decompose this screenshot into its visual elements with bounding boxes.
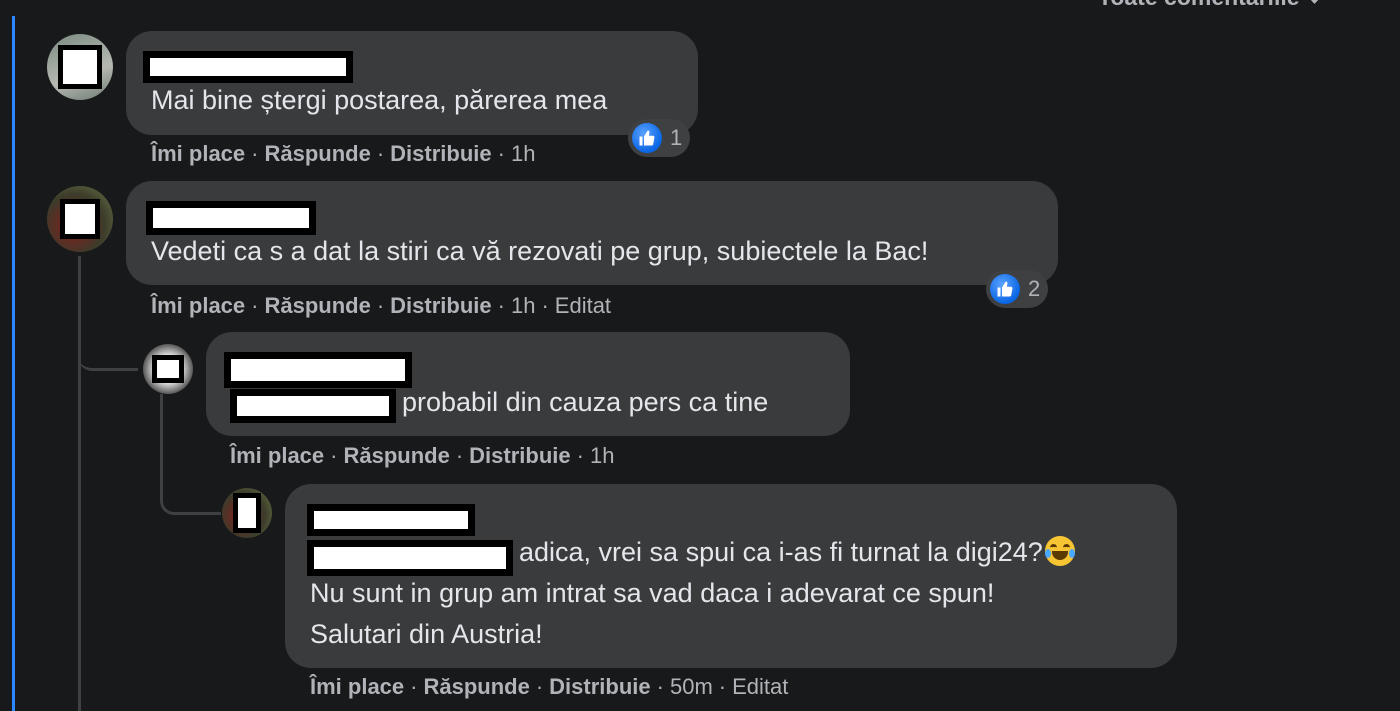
separator: · xyxy=(376,293,385,318)
timestamp[interactable]: 50m xyxy=(670,674,713,700)
comment-text-line-3: Salutari din Austria! xyxy=(310,619,543,649)
reply-thread-line xyxy=(78,256,81,711)
share-button[interactable]: Distribuie xyxy=(549,674,650,700)
comment-bubble: probabil din cauza pers ca tine xyxy=(206,332,850,436)
separator: · xyxy=(251,141,259,166)
separator: · xyxy=(251,293,259,318)
comment-sort-label: Toate comentariile xyxy=(1098,0,1300,10)
separator: · xyxy=(330,443,338,468)
reaction-summary[interactable]: 2 xyxy=(986,270,1049,308)
avatar[interactable] xyxy=(222,488,272,538)
mentioned-user[interactable] xyxy=(230,389,396,423)
like-reaction-icon xyxy=(990,274,1020,304)
like-reaction-icon xyxy=(632,123,662,153)
mentioned-user[interactable] xyxy=(307,540,513,576)
comment-actions: Îmi place · Răspunde · Distribuie · 1h xyxy=(230,443,614,469)
author-name[interactable] xyxy=(224,352,412,388)
separator: · xyxy=(656,674,664,699)
comment-text-line-2: Nu sunt in grup am intrat sa vad daca i … xyxy=(310,578,995,608)
share-button[interactable]: Distribuie xyxy=(390,141,491,167)
separator: · xyxy=(497,141,505,166)
comments-thread: Toate comentariile Mai bine ștergi posta… xyxy=(0,0,1400,711)
timestamp[interactable]: 1h xyxy=(511,141,535,167)
like-button[interactable]: Îmi place xyxy=(151,141,245,167)
separator: · xyxy=(497,293,505,318)
separator: · xyxy=(541,293,549,318)
separator: · xyxy=(535,674,544,699)
comment-sort-dropdown[interactable]: Toate comentariile xyxy=(1098,0,1324,11)
reaction-summary[interactable]: 1 xyxy=(628,119,691,157)
reaction-count: 1 xyxy=(670,125,683,150)
reply-button[interactable]: Răspunde xyxy=(423,674,529,700)
reply-button[interactable]: Răspunde xyxy=(264,141,370,167)
comment-bubble: Vedeti ca s a dat la stiri ca vă rezovat… xyxy=(126,181,1058,285)
comment-bubble: adica, vrei sa spui ca i-as fi turnat la… xyxy=(285,484,1177,668)
reaction-count: 2 xyxy=(1028,276,1041,301)
comment-bubble: Mai bine ștergi postarea, părerea mea xyxy=(126,31,698,135)
avatar[interactable] xyxy=(47,186,113,252)
separator: · xyxy=(376,141,385,166)
author-name[interactable] xyxy=(307,504,475,536)
comment-text: Mai bine ștergi postarea, părerea mea xyxy=(151,85,608,115)
timestamp[interactable]: 1h xyxy=(511,293,535,319)
avatar[interactable] xyxy=(47,34,113,100)
author-name[interactable] xyxy=(143,51,353,83)
comment-actions: Îmi place · Răspunde · Distribuie · 1h xyxy=(151,141,535,167)
chevron-down-icon xyxy=(1304,0,1324,4)
share-button[interactable]: Distribuie xyxy=(390,293,491,319)
like-button[interactable]: Îmi place xyxy=(151,293,245,319)
comment-actions: Îmi place · Răspunde · Distribuie · 50m … xyxy=(310,674,788,700)
author-name[interactable] xyxy=(146,201,316,235)
avatar[interactable] xyxy=(143,344,193,394)
separator: · xyxy=(410,674,418,699)
like-button[interactable]: Îmi place xyxy=(310,674,404,700)
timestamp[interactable]: 1h xyxy=(590,443,614,469)
reply-button[interactable]: Răspunde xyxy=(264,293,370,319)
edited-label[interactable]: Editat xyxy=(555,293,611,319)
share-button[interactable]: Distribuie xyxy=(469,443,570,469)
comment-text: Vedeti ca s a dat la stiri ca vă rezovat… xyxy=(151,236,929,266)
face-with-tears-of-joy-icon xyxy=(1044,535,1075,566)
separator: · xyxy=(455,443,464,468)
separator: · xyxy=(718,674,727,699)
comment-text: probabil din cauza pers ca tine xyxy=(402,387,769,417)
comment-text-line-1: adica, vrei sa spui ca i-as fi turnat la… xyxy=(519,532,1075,572)
reply-connector xyxy=(78,330,138,371)
nested-reply-connector xyxy=(160,470,221,515)
comment-actions: Îmi place · Răspunde · Distribuie · 1h ·… xyxy=(151,293,611,319)
edited-label[interactable]: Editat xyxy=(732,674,788,700)
focus-indicator xyxy=(12,16,15,711)
separator: · xyxy=(576,443,584,468)
like-button[interactable]: Îmi place xyxy=(230,443,324,469)
reply-button[interactable]: Răspunde xyxy=(343,443,449,469)
